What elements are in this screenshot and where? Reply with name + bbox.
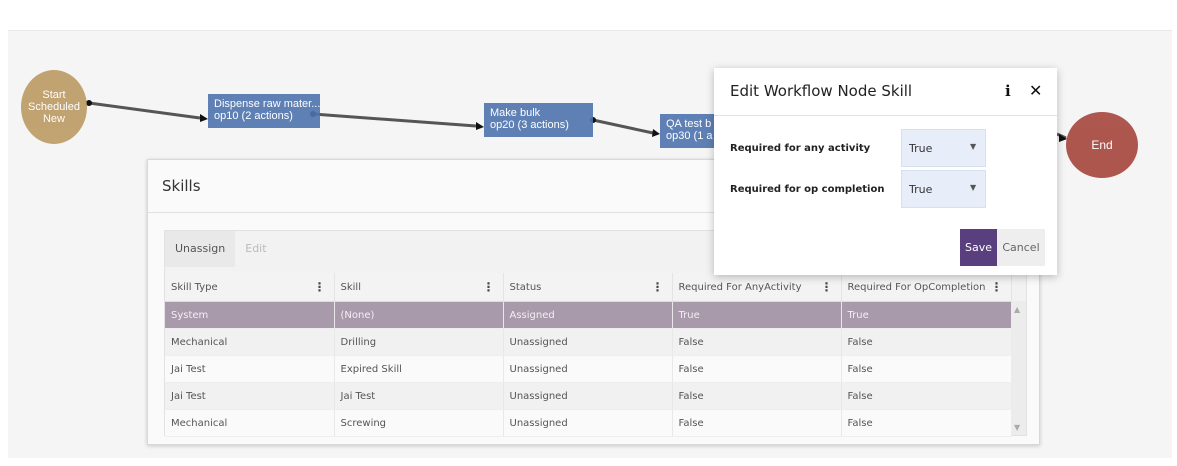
table-cell: Screwing xyxy=(334,409,504,437)
edit-button[interactable]: Edit xyxy=(235,231,276,267)
arrow-op10 xyxy=(200,114,208,122)
edit-skill-dialog: Edit Workflow Node Skill i ✕ Required fo… xyxy=(714,68,1057,275)
start-node-line: Scheduled xyxy=(28,101,80,113)
skills-table: Skill Type ⋮ Skill ⋮ Status ⋮ Required For … xyxy=(165,273,1012,437)
table-cell: Unassigned xyxy=(503,382,673,410)
vertical-scrollbar[interactable]: ▲ ▼ xyxy=(1011,301,1026,435)
column-header-label: Skill Type xyxy=(171,281,218,293)
divider xyxy=(714,115,1057,116)
table-cell: Drilling xyxy=(334,328,504,356)
start-node-line: Start xyxy=(42,89,66,101)
table-cell: False xyxy=(672,355,842,383)
scroll-up-icon[interactable]: ▲ xyxy=(1014,305,1020,314)
close-icon[interactable]: ✕ xyxy=(1029,81,1042,100)
column-header-label: Required For OpCompletion xyxy=(847,281,986,293)
field-label-op-completion: Required for op completion xyxy=(730,184,885,195)
column-menu-icon[interactable]: ⋮ xyxy=(483,280,495,294)
skills-title: Skills xyxy=(162,177,201,195)
column-menu-icon[interactable]: ⋮ xyxy=(991,280,1003,294)
end-node[interactable]: End xyxy=(1066,112,1138,178)
column-header-skill-type[interactable]: Skill Type ⋮ xyxy=(165,273,335,302)
column-header-status[interactable]: Status ⋮ xyxy=(503,273,673,302)
scroll-down-icon[interactable]: ▼ xyxy=(1014,423,1020,432)
table-cell: False xyxy=(672,409,842,437)
info-icon[interactable]: i xyxy=(1005,82,1011,100)
op-node-name: Dispense raw mater... xyxy=(214,98,320,110)
op-node-name: QA test b xyxy=(666,118,712,130)
column-header-label: Required For AnyActivity xyxy=(678,281,802,293)
arrow-op30 xyxy=(652,129,660,137)
table-cell: False xyxy=(841,409,1012,437)
table-row[interactable]: Jai Test Jai Test Unassigned False False xyxy=(165,382,1012,410)
op-node-op20[interactable]: Make bulk op20 (3 actions) xyxy=(484,103,593,137)
table-cell: False xyxy=(672,382,842,410)
column-menu-icon[interactable]: ⋮ xyxy=(821,280,833,294)
table-cell: False xyxy=(672,328,842,356)
table-cell: Expired Skill xyxy=(334,355,504,383)
table-cell: False xyxy=(841,382,1012,410)
table-cell: False xyxy=(841,355,1012,383)
unassign-button[interactable]: Unassign xyxy=(165,231,236,267)
edge-op10-op20 xyxy=(312,112,477,128)
dialog-title: Edit Workflow Node Skill xyxy=(730,82,913,100)
op-node-sub: op30 (1 a xyxy=(666,130,713,142)
caret-down-icon: ▼ xyxy=(970,183,977,192)
op-node-sub: op20 (3 actions) xyxy=(490,119,569,131)
table-cell: True xyxy=(672,301,842,329)
table-cell: Jai Test xyxy=(165,355,335,383)
start-node-line: New xyxy=(42,113,65,125)
table-cell: Unassigned xyxy=(503,355,673,383)
select-value: True xyxy=(909,142,933,155)
table-cell: Assigned xyxy=(503,301,673,329)
start-node[interactable]: Start Scheduled New xyxy=(21,70,87,144)
table-cell: Unassigned xyxy=(503,409,673,437)
table-cell: Jai Test xyxy=(165,382,335,410)
column-header-required-any-activity[interactable]: Required For AnyActivity ⋮ xyxy=(672,273,842,302)
column-header-label: Status xyxy=(509,281,542,293)
op-node-sub: op10 (2 actions) xyxy=(214,110,293,122)
table-cell: Jai Test xyxy=(334,382,504,410)
op-node-op30[interactable]: QA test b op30 (1 a xyxy=(660,114,716,148)
table-row[interactable]: Jai Test Expired Skill Unassigned False … xyxy=(165,355,1012,383)
edge-op20-op30 xyxy=(592,118,654,135)
op-completion-select[interactable]: True ▼ xyxy=(901,170,986,208)
table-cell: Unassigned xyxy=(503,328,673,356)
caret-down-icon: ▼ xyxy=(970,142,977,151)
save-button[interactable]: Save xyxy=(960,229,997,266)
table-cell: System xyxy=(165,301,335,329)
column-header-label: Skill xyxy=(340,281,361,293)
column-menu-icon[interactable]: ⋮ xyxy=(652,280,664,294)
table-row[interactable]: Mechanical Screwing Unassigned False Fal… xyxy=(165,409,1012,437)
any-activity-select[interactable]: True ▼ xyxy=(901,129,986,167)
op-node-op10[interactable]: Dispense raw mater... op10 (2 actions) xyxy=(208,94,320,128)
column-header-required-op-completion[interactable]: Required For OpCompletion ⋮ xyxy=(841,273,1012,302)
edge-start-op10 xyxy=(88,101,201,120)
table-row[interactable]: System (None) Assigned True True xyxy=(165,301,1012,329)
select-value: True xyxy=(909,183,933,196)
arrow-op20 xyxy=(476,122,484,130)
skills-toolbar: Unassign Edit xyxy=(165,231,277,267)
table-cell: Mechanical xyxy=(165,409,335,437)
op-node-name: Make bulk xyxy=(490,107,541,119)
table-cell: True xyxy=(841,301,1012,329)
table-cell: Mechanical xyxy=(165,328,335,356)
table-cell: (None) xyxy=(334,301,504,329)
column-header-skill[interactable]: Skill ⋮ xyxy=(334,273,504,302)
table-cell: False xyxy=(841,328,1012,356)
table-row[interactable]: Mechanical Drilling Unassigned False Fal… xyxy=(165,328,1012,356)
dialog-footer: Save Cancel xyxy=(960,229,1045,266)
field-label-any-activity: Required for any activity xyxy=(730,143,871,154)
column-menu-icon[interactable]: ⋮ xyxy=(314,280,326,294)
end-node-label: End xyxy=(1091,138,1113,152)
cancel-button[interactable]: Cancel xyxy=(997,229,1045,266)
